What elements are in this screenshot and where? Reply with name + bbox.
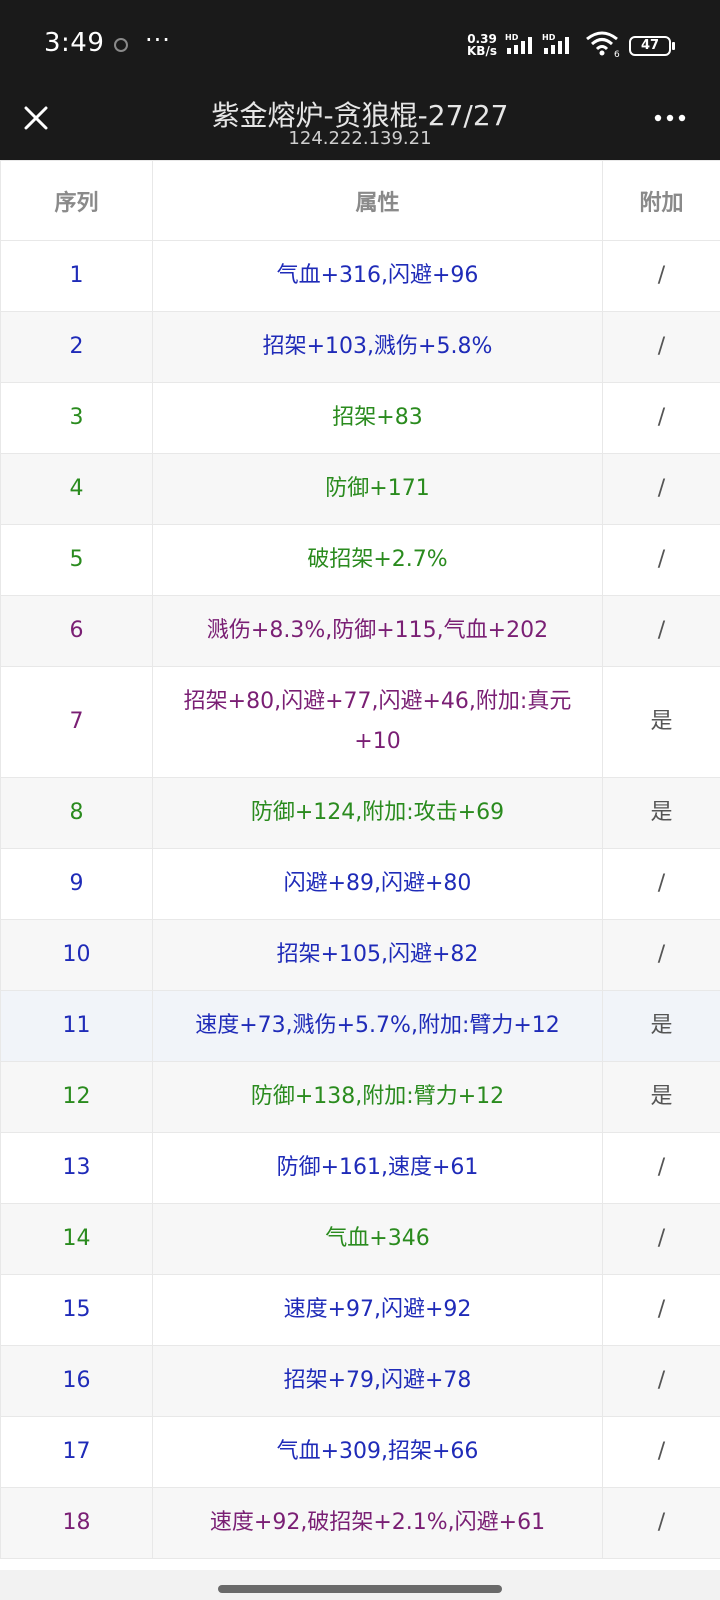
more-notifications-icon: ···	[145, 26, 171, 54]
row-addon: /	[602, 382, 720, 454]
row-addon: 是	[602, 990, 720, 1062]
row-attribute: 速度+97,闪避+92	[152, 1274, 603, 1346]
row-attribute: 溅伤+8.3%,防御+115,气血+202	[152, 595, 603, 667]
table-row: 4 防御+171/	[0, 453, 720, 525]
row-attribute: 招架+105,闪避+82	[152, 919, 603, 991]
row-addon: 是	[602, 1061, 720, 1133]
table-row: 18 速度+92,破招架+2.1%,闪避+61/	[0, 1487, 720, 1559]
row-attribute: 破招架+2.7%	[152, 524, 603, 596]
table-row: 1 气血+316,闪避+96/	[0, 240, 720, 312]
table-row: 14 气血+346/	[0, 1203, 720, 1275]
table-row: 3 招架+83/	[0, 382, 720, 454]
signal-hd-label: HD	[505, 33, 519, 42]
column-header-index: 序列	[0, 160, 153, 241]
row-index: 5	[0, 524, 153, 596]
row-index: 18	[0, 1487, 153, 1559]
row-attribute: 防御+124,附加:攻击+69	[152, 777, 603, 849]
status-time: 3:49	[44, 28, 105, 58]
row-addon: /	[602, 848, 720, 920]
row-addon: 是	[602, 666, 720, 778]
row-index: 15	[0, 1274, 153, 1346]
row-attribute: 气血+316,闪避+96	[152, 240, 603, 312]
row-attribute: 招架+79,闪避+78	[152, 1345, 603, 1417]
table-row: 16 招架+79,闪避+78/	[0, 1345, 720, 1417]
row-addon: /	[602, 1274, 720, 1346]
column-header-addon: 附加	[602, 160, 720, 241]
table-body: 1 气血+316,闪避+96/2 招架+103,溅伤+5.8%/3 招架+83/4 防御…	[0, 240, 720, 1559]
row-addon: /	[602, 240, 720, 312]
table-row: 5 破招架+2.7% /	[0, 524, 720, 596]
network-speed-unit: KB/s	[467, 44, 497, 58]
row-index: 11	[0, 990, 153, 1062]
row-addon: /	[602, 1416, 720, 1488]
row-addon: /	[602, 1203, 720, 1275]
row-addon: /	[602, 524, 720, 596]
row-index: 8	[0, 777, 153, 849]
row-index: 10	[0, 919, 153, 991]
row-index: 4	[0, 453, 153, 525]
row-addon: /	[602, 311, 720, 383]
row-addon: /	[602, 595, 720, 667]
row-attribute: 防御+138,附加:臂力+12	[152, 1061, 603, 1133]
page-subtitle: 124.222.139.21	[288, 128, 432, 149]
row-index: 1	[0, 240, 153, 312]
row-attribute: 招架+103,溅伤+5.8%	[152, 311, 603, 383]
close-icon[interactable]	[18, 100, 54, 136]
row-index: 3	[0, 382, 153, 454]
row-index: 12	[0, 1061, 153, 1133]
row-attribute: 速度+73,溅伤+5.7%,附加:臂力+12	[152, 990, 603, 1062]
row-index: 13	[0, 1132, 153, 1204]
battery-icon: 47	[629, 36, 671, 56]
table-row: 6 溅伤+8.3%,防御+115,气血+202/	[0, 595, 720, 667]
row-index: 7	[0, 666, 153, 778]
row-index: 6	[0, 595, 153, 667]
status-bar: 3:49 ··· 0.39 KB/s HD HD 6 47	[0, 0, 720, 90]
attributes-table-container[interactable]: 序列 属性 附加 1 气血+316,闪避+96/2 招架+103,溅伤+5.8%/3…	[0, 160, 720, 1570]
column-header-attribute: 属性	[152, 160, 603, 241]
home-gesture-handle[interactable]	[218, 1585, 502, 1593]
wifi-icon: 6	[586, 31, 620, 58]
table-row: 12 防御+138,附加:臂力+12 是	[0, 1061, 720, 1133]
table-row: 15 速度+97,闪避+92/	[0, 1274, 720, 1346]
row-addon: /	[602, 453, 720, 525]
row-attribute: 招架+80,闪避+77,闪避+46,附加:真元+10	[152, 666, 603, 778]
row-addon: /	[602, 1132, 720, 1204]
table-row: 7 招架+80,闪避+77,闪避+46,附加:真元+10 是	[0, 666, 720, 778]
battery-tip	[672, 42, 675, 50]
row-addon: 是	[602, 777, 720, 849]
attributes-table: 序列 属性 附加 1 气血+316,闪避+96/2 招架+103,溅伤+5.8%/3…	[0, 160, 720, 1559]
row-attribute: 闪避+89,闪避+80	[152, 848, 603, 920]
row-attribute: 防御+161,速度+61	[152, 1132, 603, 1204]
row-addon: /	[602, 1345, 720, 1417]
navigation-bar	[0, 1570, 720, 1600]
table-row: 10 招架+105,闪避+82/	[0, 919, 720, 991]
app-notification-icon	[114, 38, 128, 52]
network-speed: 0.39 KB/s	[467, 33, 497, 57]
table-header-row: 序列 属性 附加	[0, 160, 720, 241]
table-row: 17 气血+309,招架+66/	[0, 1416, 720, 1488]
row-addon: /	[602, 1487, 720, 1559]
row-attribute: 气血+346	[152, 1203, 603, 1275]
signal-icon: HD	[505, 33, 532, 54]
row-attribute: 气血+309,招架+66	[152, 1416, 603, 1488]
table-row: 9 闪避+89,闪避+80/	[0, 848, 720, 920]
row-attribute: 防御+171	[152, 453, 603, 525]
row-index: 2	[0, 311, 153, 383]
row-attribute: 招架+83	[152, 382, 603, 454]
table-row: 13 防御+161,速度+61/	[0, 1132, 720, 1204]
row-attribute: 速度+92,破招架+2.1%,闪避+61	[152, 1487, 603, 1559]
wifi-badge: 6	[614, 50, 620, 58]
table-row: 8 防御+124,附加:攻击+69 是	[0, 777, 720, 849]
row-index: 16	[0, 1345, 153, 1417]
row-index: 14	[0, 1203, 153, 1275]
signal-hd-label: HD	[542, 33, 556, 42]
table-row: 11 速度+73,溅伤+5.7%,附加:臂力+12 是	[0, 990, 720, 1062]
row-index: 9	[0, 848, 153, 920]
title-bar: 紫金熔炉-贪狼棍-27/27 124.222.139.21	[0, 90, 720, 160]
signal-icon: HD	[542, 33, 569, 54]
more-icon[interactable]	[650, 104, 690, 132]
row-index: 17	[0, 1416, 153, 1488]
row-addon: /	[602, 919, 720, 991]
table-row: 2 招架+103,溅伤+5.8% /	[0, 311, 720, 383]
